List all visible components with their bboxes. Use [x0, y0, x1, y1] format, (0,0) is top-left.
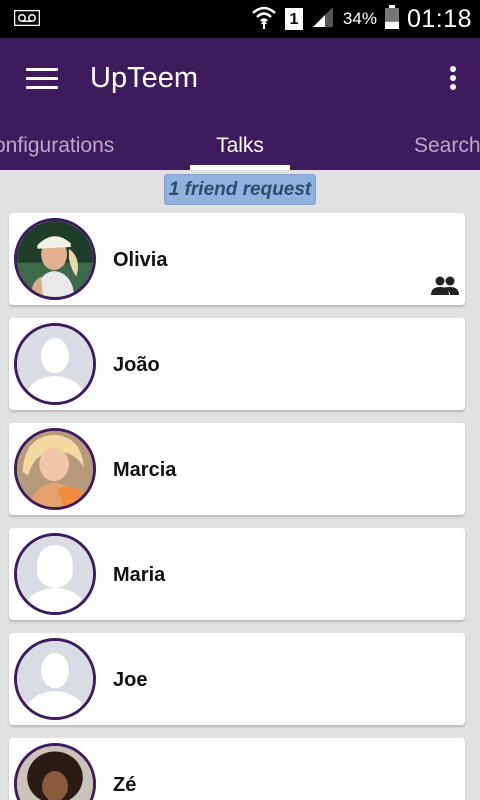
- default-avatar-icon: [17, 536, 93, 612]
- default-avatar-icon: [17, 326, 93, 402]
- battery-icon: [384, 4, 399, 34]
- friend-request-badge[interactable]: 1 friend request: [164, 174, 316, 205]
- photo-avatar: [17, 431, 93, 507]
- clock: 01:18: [406, 4, 472, 33]
- tab-configurations[interactable]: onfigurations: [0, 134, 114, 158]
- tab-search[interactable]: Search: [414, 134, 480, 158]
- avatar: [14, 743, 96, 800]
- contact-card[interactable]: Zé: [9, 738, 465, 800]
- contact-name: Marcia: [113, 459, 177, 481]
- contact-card[interactable]: Marcia: [9, 423, 465, 515]
- tab-talks[interactable]: Talks: [190, 134, 290, 158]
- contact-name: Olivia: [113, 249, 168, 271]
- contact-name: Joe: [113, 669, 148, 691]
- contact-card[interactable]: João: [9, 318, 465, 410]
- signal-icon: [311, 5, 335, 34]
- status-bar: 1 34% 01:18: [0, 0, 480, 38]
- default-avatar-icon: [17, 641, 93, 717]
- contact-card[interactable]: Joe: [9, 633, 465, 725]
- photo-avatar: [17, 221, 93, 297]
- contact-name: João: [113, 354, 160, 376]
- avatar: [14, 638, 96, 720]
- photo-avatar: [17, 746, 93, 800]
- contact-card[interactable]: Olivia: [9, 213, 465, 305]
- contact-name: Zé: [113, 774, 137, 796]
- menu-icon[interactable]: [26, 68, 58, 94]
- wifi-icon: [251, 4, 277, 35]
- people-icon: [431, 275, 459, 297]
- tab-indicator: [190, 165, 290, 170]
- avatar: [14, 533, 96, 615]
- avatar: [14, 323, 96, 405]
- app-title: UpTeem: [90, 62, 198, 94]
- more-vert-icon[interactable]: [448, 66, 458, 94]
- sim-slot-icon: 1: [284, 8, 303, 30]
- voicemail-icon: [13, 9, 41, 31]
- contact-card[interactable]: Maria: [9, 528, 465, 620]
- battery-percent: 34%: [342, 9, 377, 28]
- contact-name: Maria: [113, 564, 166, 586]
- avatar: [14, 428, 96, 510]
- app-bar: UpTeem onfigurations Talks Search: [0, 38, 480, 170]
- avatar: [14, 218, 96, 300]
